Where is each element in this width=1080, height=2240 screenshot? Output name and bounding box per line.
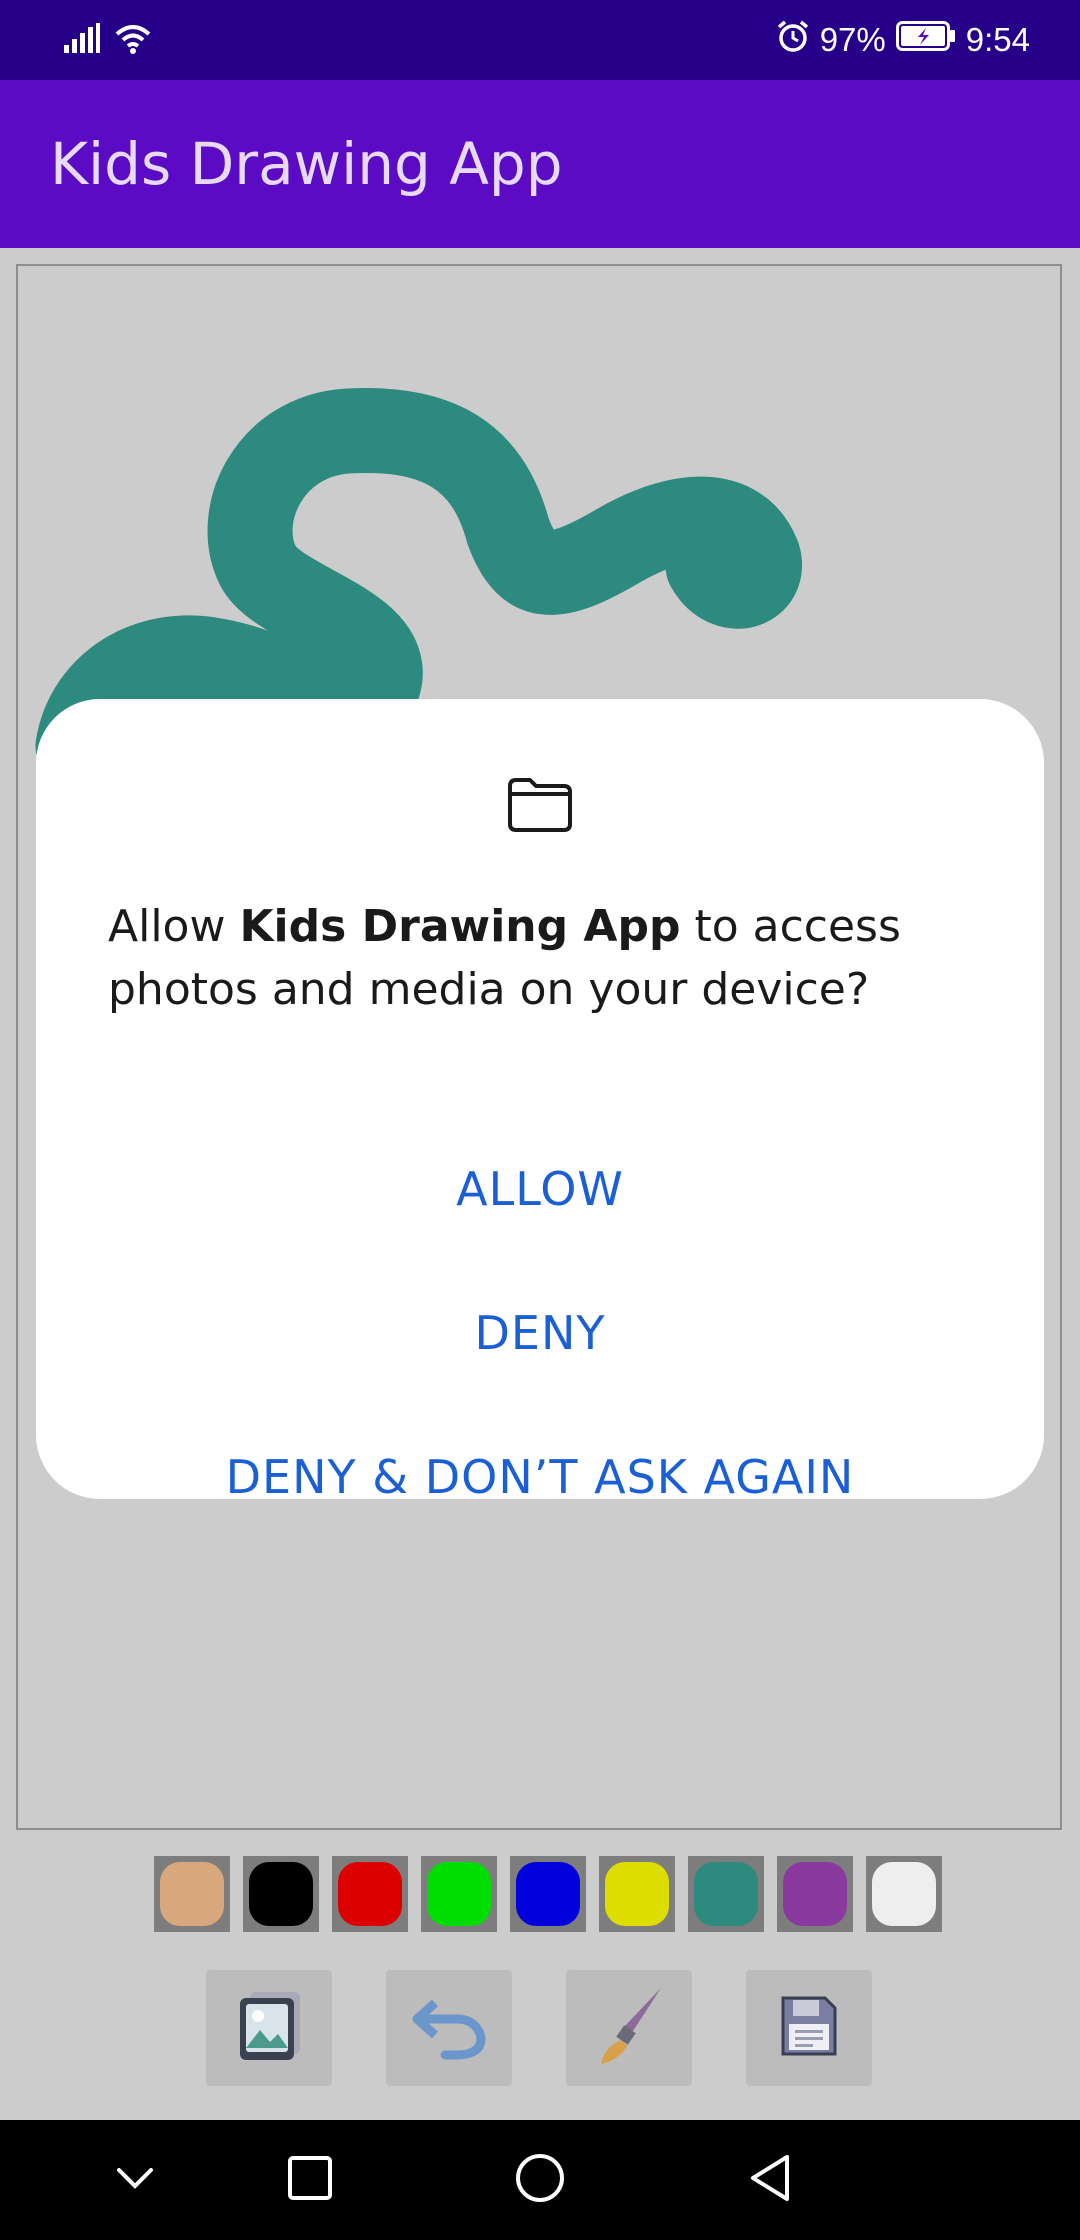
color-swatch-black[interactable] xyxy=(243,1856,319,1932)
recents-icon xyxy=(287,2155,333,2206)
gallery-button[interactable] xyxy=(206,1970,332,2086)
color-palette xyxy=(154,1856,942,1932)
alarm-icon xyxy=(776,19,810,61)
nav-back-button[interactable] xyxy=(740,2150,800,2210)
color-swatch-fill xyxy=(694,1862,758,1926)
color-swatch-white[interactable] xyxy=(866,1856,942,1932)
nav-bar xyxy=(0,2120,1080,2240)
deny-dont-ask-again-button[interactable]: DENY & DON’T ASK AGAIN xyxy=(36,1417,1044,1537)
save-icon xyxy=(779,1994,839,2063)
nav-recents-button[interactable] xyxy=(280,2150,340,2210)
battery-charging-icon xyxy=(895,21,956,59)
color-swatch-blue[interactable] xyxy=(510,1856,586,1932)
battery-percent: 97% xyxy=(819,21,886,58)
color-swatch-tan[interactable] xyxy=(154,1856,230,1932)
color-swatch-green[interactable] xyxy=(421,1856,497,1932)
permission-dialog: Allow Kids Drawing App to access photos … xyxy=(36,699,1044,1504)
deny-button[interactable]: DENY xyxy=(36,1273,1044,1393)
save-button[interactable] xyxy=(746,1970,872,2086)
signal-icon xyxy=(64,22,100,58)
color-swatch-fill xyxy=(427,1862,491,1926)
status-bar: 97% 9:54 xyxy=(0,0,1080,80)
color-swatch-fill xyxy=(249,1862,313,1926)
color-swatch-fill xyxy=(516,1862,580,1926)
nav-home-button[interactable] xyxy=(510,2150,570,2210)
color-swatch-yellow[interactable] xyxy=(599,1856,675,1932)
color-swatch-purple[interactable] xyxy=(777,1856,853,1932)
home-icon xyxy=(514,2152,566,2209)
color-swatch-teal[interactable] xyxy=(688,1856,764,1932)
back-icon xyxy=(747,2153,793,2208)
clock: 9:54 xyxy=(965,21,1030,58)
brush-size-button[interactable] xyxy=(566,1970,692,2086)
color-swatch-red[interactable] xyxy=(332,1856,408,1932)
status-right: 97% 9:54 xyxy=(776,18,1030,62)
undo-button[interactable] xyxy=(386,1970,512,2086)
message-app-name: Kids Drawing App xyxy=(239,901,681,952)
permission-message: Allow Kids Drawing App to access photos … xyxy=(108,895,988,1021)
nav-collapse-button[interactable] xyxy=(105,2150,165,2210)
folder-icon xyxy=(506,776,574,834)
gallery-icon xyxy=(236,1990,302,2067)
chevron-down-icon xyxy=(115,2166,155,2195)
app-bar: Kids Drawing App xyxy=(0,80,1080,248)
tool-row xyxy=(206,1970,872,2086)
color-swatch-fill xyxy=(160,1862,224,1926)
app-title: Kids Drawing App xyxy=(50,130,563,198)
status-left xyxy=(64,20,152,60)
allow-button[interactable]: ALLOW xyxy=(36,1129,1044,1249)
undo-icon xyxy=(409,1991,489,2066)
message-prefix: Allow xyxy=(108,901,240,952)
color-swatch-fill xyxy=(338,1862,402,1926)
color-swatch-fill xyxy=(783,1862,847,1926)
color-swatch-fill xyxy=(605,1862,669,1926)
wifi-icon xyxy=(114,22,152,59)
brush-icon xyxy=(591,1984,667,2073)
color-swatch-fill xyxy=(872,1862,936,1926)
